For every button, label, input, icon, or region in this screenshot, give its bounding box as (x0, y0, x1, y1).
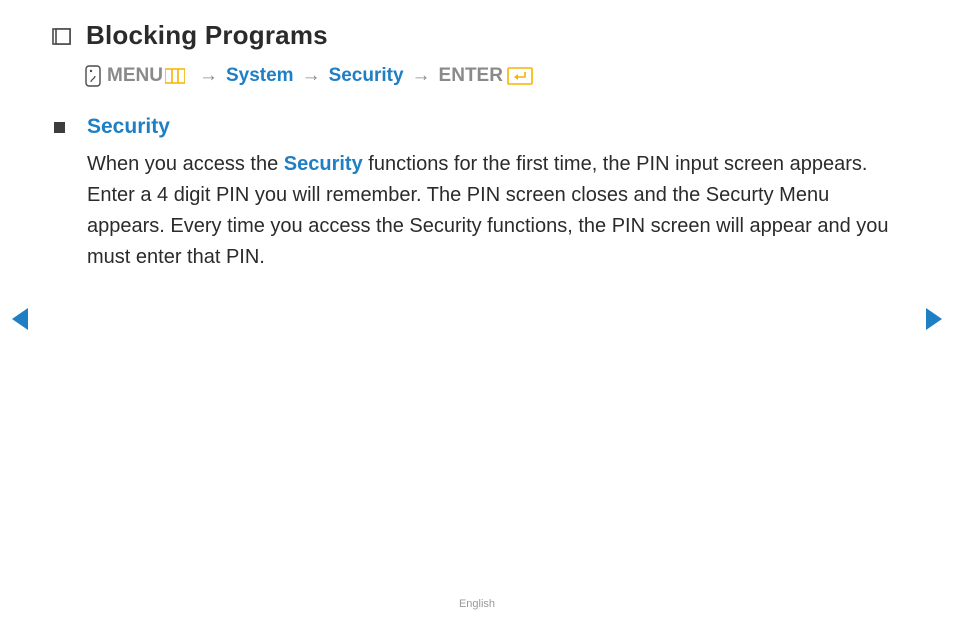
book-icon (52, 27, 72, 47)
breadcrumb-arrow: → (302, 65, 321, 87)
breadcrumb-arrow: → (199, 65, 218, 87)
footer-language: English (0, 598, 954, 610)
menu-grid-icon (165, 68, 185, 84)
title-row: Blocking Programs (52, 20, 894, 51)
page-title: Blocking Programs (86, 20, 328, 51)
breadcrumb: MENU → System → Security → ENTER (85, 65, 894, 87)
breadcrumb-system[interactable]: System (226, 65, 294, 87)
breadcrumb-enter: ENTER (439, 65, 503, 87)
remote-icon (85, 65, 101, 87)
breadcrumb-security[interactable]: Security (329, 65, 404, 87)
page-content: Blocking Programs MENU → System → Securi… (0, 0, 954, 293)
breadcrumb-menu: MENU (107, 65, 163, 87)
square-bullet-icon (54, 122, 65, 133)
section: Security When you access the Security fu… (54, 115, 894, 273)
section-heading: Security (87, 115, 894, 139)
section-body: Security When you access the Security fu… (87, 115, 894, 273)
enter-icon (507, 67, 533, 85)
para-text: When you access the (87, 153, 284, 175)
inline-security-link[interactable]: Security (284, 153, 363, 175)
section-paragraph: When you access the Security functions f… (87, 149, 894, 273)
breadcrumb-arrow: → (412, 65, 431, 87)
prev-page-button[interactable] (12, 308, 28, 330)
next-page-button[interactable] (926, 308, 942, 330)
